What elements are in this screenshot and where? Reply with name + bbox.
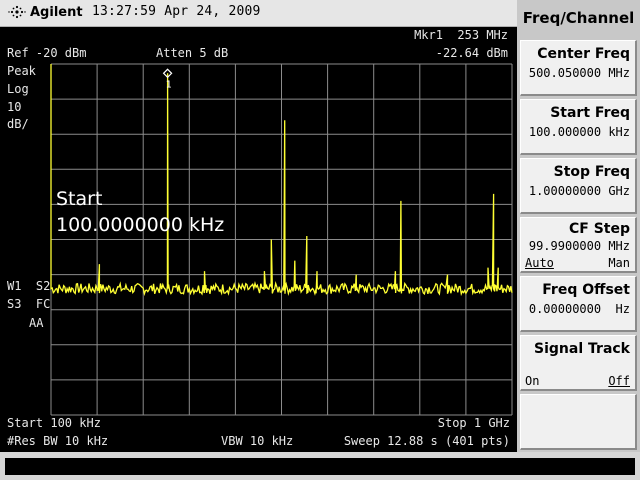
blank-softkey[interactable] bbox=[520, 394, 637, 450]
softkey-label: CF Step bbox=[568, 221, 630, 237]
cf-step-man-option: Man bbox=[608, 256, 630, 270]
softkey-label: Start Freq bbox=[550, 105, 630, 121]
softkey-value: 0.00000000 Hz bbox=[528, 302, 630, 316]
scale-type: Log bbox=[7, 82, 29, 96]
softkey-value: 99.9900000 MHz bbox=[528, 239, 630, 253]
marker-readout: Mkr1 253 MHz bbox=[414, 28, 508, 42]
scale-value: 10 bbox=[7, 100, 22, 114]
center-freq-softkey[interactable]: Center Freq 500.050000 MHz bbox=[520, 40, 637, 96]
softkey-label: Stop Freq bbox=[553, 164, 630, 180]
sweep-time: Sweep 12.88 s (401 pts) bbox=[343, 434, 510, 448]
signal-track-on-option: On bbox=[525, 374, 540, 388]
video-bandwidth: VBW 10 kHz bbox=[221, 434, 294, 448]
cf-step-softkey[interactable]: CF Step 99.9900000 MHz Auto Man bbox=[520, 217, 637, 273]
start-freq-softkey[interactable]: Start Freq 100.000000 kHz bbox=[520, 99, 637, 155]
active-function-value: 100.0000000 kHz bbox=[56, 214, 225, 236]
cf-step-auto-option: Auto bbox=[525, 256, 554, 270]
trace-label-3: AA bbox=[29, 316, 44, 330]
status-message-bar bbox=[0, 452, 640, 480]
trace-label-1: W1 S2 bbox=[7, 279, 51, 293]
softkey-label: Freq Offset bbox=[542, 282, 630, 298]
start-frequency: Start 100 kHz bbox=[7, 416, 101, 430]
brand-name: Agilent bbox=[30, 5, 83, 20]
reference-level: Ref -20 dBm bbox=[7, 46, 87, 60]
stop-frequency: Stop 1 GHz bbox=[437, 416, 510, 430]
softkey-value: 100.000000 kHz bbox=[528, 125, 630, 139]
detector-mode: Peak bbox=[7, 64, 36, 78]
softkey-label: Center Freq bbox=[537, 46, 630, 62]
marker-number-label: 1 bbox=[166, 79, 172, 90]
scale-unit: dB/ bbox=[7, 117, 29, 131]
date-time: 13:27:59 Apr 24, 2009 bbox=[92, 4, 261, 19]
signal-track-off-option: Off bbox=[608, 374, 630, 388]
softkey-label: Signal Track bbox=[534, 341, 630, 357]
resolution-bandwidth: #Res BW 10 kHz bbox=[7, 434, 109, 448]
active-function-title: Start bbox=[56, 188, 103, 210]
measurement-screen: 1 Ref -20 dBm Atten 5 dB Mkr1 253 MHz -2… bbox=[0, 27, 517, 452]
trace-label-2: S3 FC bbox=[7, 297, 51, 311]
signal-track-softkey[interactable]: Signal Track On Off bbox=[520, 335, 637, 391]
softkey-value: 500.050000 MHz bbox=[528, 66, 630, 80]
attenuation: Atten 5 dB bbox=[156, 46, 229, 60]
marker-level: -22.64 dBm bbox=[435, 46, 508, 60]
agilent-logo-icon bbox=[8, 5, 26, 19]
spectrum-plot: 1 bbox=[50, 63, 513, 416]
stop-freq-softkey[interactable]: Stop Freq 1.00000000 GHz bbox=[520, 158, 637, 214]
freq-offset-softkey[interactable]: Freq Offset 0.00000000 Hz bbox=[520, 276, 637, 332]
title-bar: Agilent 13:27:59 Apr 24, 2009 bbox=[0, 0, 517, 27]
softkey-panel: Freq/Channel Center Freq 500.050000 MHz … bbox=[517, 0, 640, 452]
menu-title: Freq/Channel bbox=[522, 9, 635, 27]
message-line bbox=[5, 458, 635, 475]
softkey-value: 1.00000000 GHz bbox=[528, 184, 630, 198]
